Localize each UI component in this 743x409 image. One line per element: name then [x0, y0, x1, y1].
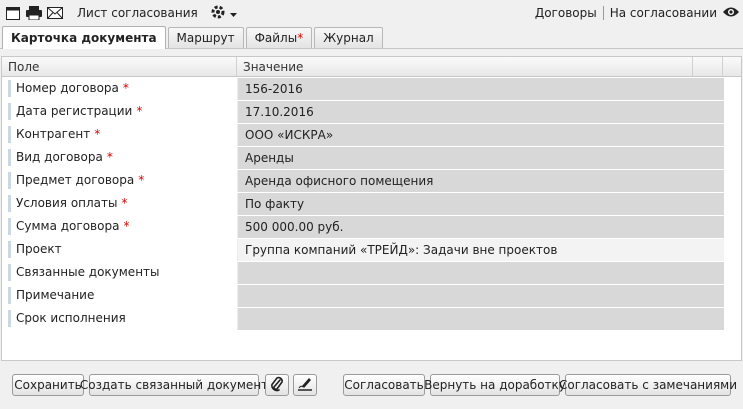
field-value-cell[interactable]: По факту	[237, 193, 724, 215]
field-label-cell: Условия оплаты *	[2, 192, 237, 215]
field-value: 17.10.2016	[245, 105, 314, 119]
field-label: Примечание	[16, 288, 95, 302]
eye-icon[interactable]	[723, 6, 739, 21]
window-icon[interactable]	[5, 5, 21, 21]
column-header-extra	[693, 57, 723, 76]
save-button[interactable]: Сохранить	[12, 374, 84, 396]
field-label-cell: Связанные документы	[2, 261, 237, 284]
field-label: Срок исполнения	[16, 311, 126, 325]
field-label: Дата регистрации	[16, 104, 133, 118]
field-label-cell: Примечание	[2, 284, 237, 307]
field-value: Аренда офисного помещения	[245, 174, 434, 188]
field-label-cell: Сумма договора *	[2, 215, 237, 238]
field-value: Аренды	[245, 151, 294, 165]
field-label: Сумма договора	[16, 219, 120, 233]
field-value-cell[interactable]: 156-2016	[237, 78, 724, 100]
field-value-cell[interactable]: 17.10.2016	[237, 101, 724, 123]
field-value-cell[interactable]	[237, 285, 724, 307]
required-mark: *	[106, 150, 113, 164]
field-label: Проект	[16, 242, 62, 256]
settings-menu[interactable]	[210, 4, 237, 23]
grid-body: Номер договора * 156-2016 Дата регистрации *…	[2, 77, 741, 330]
tab-journal[interactable]: Журнал	[314, 27, 383, 48]
table-row: Проект Группа компаний «ТРЕЙД»: Задачи вн…	[2, 238, 741, 261]
field-label-cell: Предмет договора *	[2, 169, 237, 192]
approve-button[interactable]: Согласовать	[343, 374, 425, 396]
field-label: Условия оплаты	[16, 196, 118, 210]
tab-label: Файлы	[254, 31, 298, 45]
column-header-value[interactable]: Значение	[237, 57, 693, 76]
dropdown-arrow-icon	[229, 6, 237, 20]
field-label-cell: Вид договора *	[2, 146, 237, 169]
paperclip-icon	[270, 376, 284, 395]
breadcrumb-divider	[602, 6, 604, 20]
field-value-cell[interactable]: Аренды	[237, 147, 724, 169]
table-row: Вид договора * Аренды	[2, 146, 741, 169]
column-header-field[interactable]: Поле	[2, 57, 237, 76]
table-row: Предмет договора * Аренда офисного помещен…	[2, 169, 741, 192]
field-label-cell: Срок исполнения	[2, 307, 237, 330]
field-label-cell: Дата регистрации *	[2, 100, 237, 123]
table-row: Сумма договора * 500 000.00 руб.	[2, 215, 741, 238]
top-toolbar: Лист согласования Договоры На согласован…	[0, 0, 743, 26]
create-related-document-button[interactable]: Создать связанный документ	[80, 374, 268, 396]
breadcrumb-on-approval[interactable]: На согласовании	[610, 6, 717, 20]
table-row: Дата регистрации * 17.10.2016	[2, 100, 741, 123]
sign-button[interactable]	[293, 374, 317, 396]
field-label: Предмет договора	[16, 173, 135, 187]
breadcrumb-contracts[interactable]: Договоры	[535, 6, 597, 20]
field-label-cell: Номер договора *	[2, 77, 237, 100]
required-mark: *	[123, 219, 130, 233]
field-label-cell: Контрагент *	[2, 123, 237, 146]
field-value-cell[interactable]	[237, 308, 724, 330]
settings-gear-icon	[210, 4, 226, 23]
table-row: Срок исполнения	[2, 307, 741, 330]
approval-sheet-link[interactable]: Лист согласования	[77, 6, 198, 20]
field-label: Вид договора	[16, 150, 103, 164]
tab-files[interactable]: Файлы *	[245, 27, 313, 48]
document-fields-grid: Поле Значение Номер договора * 156-2016 Дат…	[1, 56, 742, 361]
tab-route[interactable]: Маршрут	[167, 27, 244, 48]
field-value: 156-2016	[245, 82, 303, 96]
return-for-revision-button[interactable]: Вернуть на доработку	[424, 374, 566, 396]
table-row: Примечание	[2, 284, 741, 307]
action-bar: Сохранить Создать связанный документ Сог…	[0, 370, 743, 400]
required-mark: *	[94, 127, 101, 141]
field-value: Группа компаний «ТРЕЙД»: Задачи вне прое…	[245, 243, 558, 257]
field-value: ООО «ИСКРА»	[245, 128, 334, 142]
field-label-cell: Проект	[2, 238, 237, 261]
attach-button[interactable]	[265, 374, 289, 396]
required-mark: *	[297, 31, 304, 45]
field-value-cell[interactable]: 500 000.00 руб.	[237, 216, 724, 238]
mail-icon[interactable]	[47, 5, 63, 21]
field-value: 500 000.00 руб.	[245, 220, 344, 234]
field-label: Номер договора	[16, 81, 119, 95]
table-row: Номер договора * 156-2016	[2, 77, 741, 100]
required-mark: *	[121, 196, 128, 210]
table-row: Связанные документы	[2, 261, 741, 284]
field-value-cell[interactable]: Группа компаний «ТРЕЙД»: Задачи вне прое…	[237, 239, 724, 261]
field-value: По факту	[245, 197, 305, 211]
tab-label: Журнал	[323, 31, 374, 45]
signature-pen-icon	[297, 377, 313, 394]
field-value-cell[interactable]	[237, 262, 724, 284]
field-label: Связанные документы	[16, 265, 160, 279]
column-header-filler	[723, 57, 741, 76]
table-row: Условия оплаты * По факту	[2, 192, 741, 215]
required-mark: *	[122, 81, 129, 95]
tab-document-card[interactable]: Карточка документа	[2, 26, 166, 49]
field-label: Контрагент	[16, 127, 91, 141]
grid-header: Поле Значение	[2, 57, 741, 77]
required-mark: *	[136, 104, 143, 118]
field-value-cell[interactable]: Аренда офисного помещения	[237, 170, 724, 192]
tab-label: Карточка документа	[11, 31, 157, 45]
printer-icon[interactable]	[26, 5, 42, 21]
field-value-cell[interactable]: ООО «ИСКРА»	[237, 124, 724, 146]
required-mark: *	[138, 173, 145, 187]
table-row: Контрагент * ООО «ИСКРА»	[2, 123, 741, 146]
tab-label: Маршрут	[176, 31, 235, 45]
approve-with-remarks-button[interactable]: Согласовать с замечаниями	[559, 374, 737, 396]
tab-bar: Карточка документа Маршрут Файлы * Журнал	[0, 26, 743, 49]
breadcrumb: Договоры На согласовании	[535, 6, 743, 21]
